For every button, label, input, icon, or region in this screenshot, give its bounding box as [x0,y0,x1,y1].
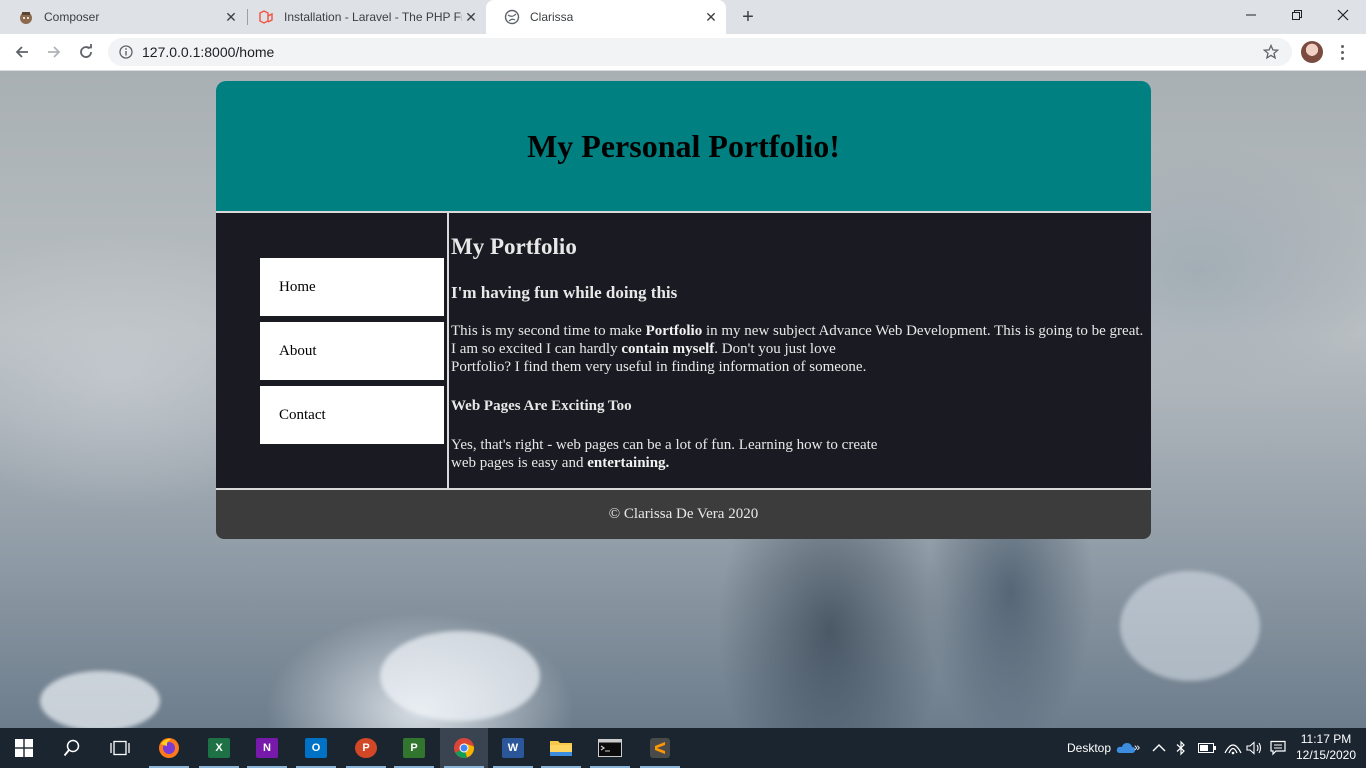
wifi-icon[interactable] [1224,728,1242,768]
browser-toolbar: 127.0.0.1:8000/home [0,34,1366,71]
background-decoration [1120,571,1260,681]
tab-title: Installation - Laravel - The PHP Fr [284,10,462,24]
powerpoint-icon[interactable]: P [342,728,390,768]
tab-laravel[interactable]: Installation - Laravel - The PHP Fr ✕ [240,0,486,34]
onedrive-icon[interactable] [1116,728,1136,768]
tab-composer[interactable]: Composer ✕ [0,0,246,34]
volume-icon[interactable] [1246,728,1264,768]
content-subheading: I'm having fun while doing this [451,283,678,302]
file-explorer-icon[interactable] [537,728,585,768]
portfolio-site: My Personal Portfolio! Home About Contac… [216,81,1151,539]
site-title: My Personal Portfolio! [527,128,840,164]
restore-button[interactable] [1274,0,1320,30]
site-header: My Personal Portfolio! [216,81,1151,211]
globe-icon [504,9,520,25]
terminal-icon[interactable] [586,728,634,768]
close-window-button[interactable] [1320,0,1366,30]
url-text[interactable]: 127.0.0.1:8000/home [142,44,274,60]
profile-avatar[interactable] [1301,41,1323,63]
tab-title: Clarissa [530,10,574,24]
tab-strip: Composer ✕ Installation - Laravel - The … [0,0,1366,34]
clock-date: 12/15/2020 [1295,748,1357,762]
bookmark-star-icon[interactable] [1262,43,1280,61]
clock-time: 11:17 PM [1300,732,1352,746]
web-pages-paragraph: Yes, that's right - web pages can be a l… [451,437,878,471]
bluetooth-icon[interactable] [1176,728,1186,768]
arrow-left-icon [15,46,28,58]
outlook-icon[interactable]: O [292,728,340,768]
main-content: My Portfolio I'm having fun while doing … [451,213,1151,488]
desktop-toolbar-label[interactable]: Desktop [1067,728,1111,768]
new-tab-button[interactable]: + [736,5,760,29]
sublime-text-icon[interactable] [636,728,684,768]
composer-icon [18,9,34,25]
word-icon[interactable]: W [489,728,537,768]
close-icon[interactable]: ✕ [462,8,480,26]
chrome-icon[interactable] [440,728,488,768]
close-icon[interactable]: ✕ [702,8,720,26]
task-view-icon[interactable] [96,728,144,768]
tab-title: Composer [44,10,100,24]
tab-clarissa[interactable]: Clarissa ✕ [486,0,726,34]
section-title: Web Pages Are Exciting Too [451,398,632,414]
reload-button[interactable] [72,38,100,66]
project-icon[interactable]: P [390,728,438,768]
forward-button[interactable] [40,38,68,66]
nav-contact-link[interactable]: Contact [260,386,444,444]
background-decoration [40,671,160,728]
nav-about-link[interactable]: About [260,322,444,380]
minimize-button[interactable] [1228,0,1274,30]
sidebar-nav: Home About Contact [216,213,449,488]
firefox-icon[interactable] [145,728,193,768]
close-icon[interactable]: ✕ [222,8,240,26]
nav-home-link[interactable]: Home [260,258,444,316]
laravel-icon [258,9,274,25]
info-icon[interactable] [118,44,134,60]
notifications-icon[interactable] [1270,728,1286,768]
background-decoration [380,631,540,721]
site-body: Home About Contact My Portfolio I'm havi… [216,211,1151,490]
windows-taskbar: X N O P P W Desktop » 11:17 PM 12/15/202… [0,728,1366,768]
search-icon[interactable] [48,728,96,768]
onenote-icon[interactable]: N [243,728,291,768]
back-button[interactable] [8,38,36,66]
chevron-up-icon[interactable] [1152,728,1166,768]
taskbar-clock[interactable]: 11:17 PM 12/15/2020 [1293,731,1359,763]
excel-icon[interactable]: X [195,728,243,768]
site-footer: © Clarissa De Vera 2020 [216,490,1151,539]
battery-icon[interactable] [1198,728,1216,768]
reload-icon [80,44,92,58]
browser-menu-icon[interactable] [1334,41,1350,63]
arrow-right-icon [48,46,61,58]
intro-paragraph: This is my second time to make Portfolio… [451,323,1144,375]
chevron-double-right-icon[interactable]: » [1134,728,1140,768]
page-viewport: My Personal Portfolio! Home About Contac… [0,71,1366,728]
content-heading: My Portfolio [451,234,577,259]
address-bar[interactable]: 127.0.0.1:8000/home [108,38,1292,66]
start-icon[interactable] [0,728,48,768]
